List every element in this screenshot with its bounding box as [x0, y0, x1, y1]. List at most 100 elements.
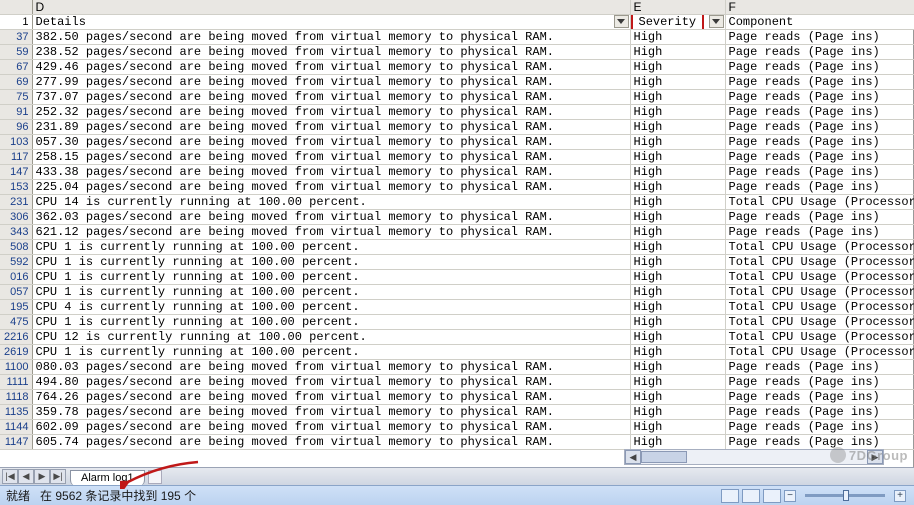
- cell-severity[interactable]: High: [630, 330, 725, 345]
- horizontal-scrollbar[interactable]: ◀ ▶: [624, 449, 884, 465]
- cell-details[interactable]: 057.30 pages/second are being moved from…: [32, 135, 630, 150]
- cell-details[interactable]: CPU 1 is currently running at 100.00 per…: [32, 315, 630, 330]
- row-header[interactable]: 1: [0, 15, 32, 30]
- cell-component[interactable]: Page reads (Page ins): [725, 210, 914, 225]
- cell-details[interactable]: 429.46 pages/second are being moved from…: [32, 60, 630, 75]
- filter-button-severity[interactable]: [709, 15, 724, 28]
- cell-details[interactable]: 602.09 pages/second are being moved from…: [32, 420, 630, 435]
- cell-component[interactable]: Total CPU Usage (Processor: [725, 255, 914, 270]
- cell-component[interactable]: Page reads (Page ins): [725, 420, 914, 435]
- cell-severity[interactable]: High: [630, 345, 725, 360]
- spreadsheet-grid[interactable]: DEF1DetailsSeverityComponent37382.50 pag…: [0, 0, 914, 469]
- filter-button-details[interactable]: [614, 15, 629, 28]
- row-header[interactable]: 2619: [0, 345, 32, 360]
- header-cell-component[interactable]: Component: [725, 15, 914, 30]
- cell-severity[interactable]: High: [630, 225, 725, 240]
- cell-component[interactable]: Page reads (Page ins): [725, 45, 914, 60]
- row-header[interactable]: 37: [0, 30, 32, 45]
- cell-severity[interactable]: High: [630, 435, 725, 450]
- cell-severity[interactable]: High: [630, 45, 725, 60]
- row-header[interactable]: 1135: [0, 405, 32, 420]
- cell-component[interactable]: Page reads (Page ins): [725, 105, 914, 120]
- cell-severity[interactable]: High: [630, 285, 725, 300]
- cell-severity[interactable]: High: [630, 150, 725, 165]
- cell-component[interactable]: Page reads (Page ins): [725, 90, 914, 105]
- cell-details[interactable]: CPU 1 is currently running at 100.00 per…: [32, 270, 630, 285]
- cell-details[interactable]: 080.03 pages/second are being moved from…: [32, 360, 630, 375]
- cell-component[interactable]: Page reads (Page ins): [725, 75, 914, 90]
- cell-details[interactable]: 764.26 pages/second are being moved from…: [32, 390, 630, 405]
- row-header[interactable]: 1147: [0, 435, 32, 450]
- cell-severity[interactable]: High: [630, 375, 725, 390]
- row-header[interactable]: 195: [0, 300, 32, 315]
- cell-component[interactable]: Page reads (Page ins): [725, 135, 914, 150]
- cell-details[interactable]: CPU 1 is currently running at 100.00 per…: [32, 285, 630, 300]
- cell-details[interactable]: CPU 4 is currently running at 100.00 per…: [32, 300, 630, 315]
- tab-nav-last[interactable]: ▶|: [50, 469, 66, 484]
- cell-component[interactable]: Page reads (Page ins): [725, 60, 914, 75]
- cell-severity[interactable]: High: [630, 255, 725, 270]
- row-header[interactable]: 1144: [0, 420, 32, 435]
- row-header[interactable]: 59: [0, 45, 32, 60]
- row-header[interactable]: 96: [0, 120, 32, 135]
- row-header[interactable]: 475: [0, 315, 32, 330]
- column-header-D[interactable]: D: [32, 0, 630, 15]
- cell-severity[interactable]: High: [630, 90, 725, 105]
- cell-component[interactable]: Page reads (Page ins): [725, 150, 914, 165]
- select-all-corner[interactable]: [0, 0, 32, 15]
- cell-severity[interactable]: High: [630, 240, 725, 255]
- cell-details[interactable]: 258.15 pages/second are being moved from…: [32, 150, 630, 165]
- cell-component[interactable]: Total CPU Usage (Processor: [725, 195, 914, 210]
- cell-component[interactable]: Page reads (Page ins): [725, 390, 914, 405]
- header-cell-severity[interactable]: Severity: [630, 15, 725, 30]
- cell-component[interactable]: Total CPU Usage (Processor: [725, 345, 914, 360]
- cell-severity[interactable]: High: [630, 360, 725, 375]
- cell-severity[interactable]: High: [630, 420, 725, 435]
- cell-details[interactable]: 382.50 pages/second are being moved from…: [32, 30, 630, 45]
- cell-details[interactable]: 231.89 pages/second are being moved from…: [32, 120, 630, 135]
- cell-component[interactable]: Total CPU Usage (Processor: [725, 315, 914, 330]
- row-header[interactable]: 103: [0, 135, 32, 150]
- cell-component[interactable]: Page reads (Page ins): [725, 360, 914, 375]
- cell-component[interactable]: Page reads (Page ins): [725, 435, 914, 450]
- cell-component[interactable]: Page reads (Page ins): [725, 405, 914, 420]
- row-header[interactable]: 231: [0, 195, 32, 210]
- tab-nav-next[interactable]: ▶: [34, 469, 50, 484]
- row-header[interactable]: 75: [0, 90, 32, 105]
- row-header[interactable]: 69: [0, 75, 32, 90]
- row-header[interactable]: 147: [0, 165, 32, 180]
- cell-component[interactable]: Total CPU Usage (Processor: [725, 270, 914, 285]
- cell-details[interactable]: 362.03 pages/second are being moved from…: [32, 210, 630, 225]
- cell-severity[interactable]: High: [630, 30, 725, 45]
- cell-severity[interactable]: High: [630, 105, 725, 120]
- row-header[interactable]: 508: [0, 240, 32, 255]
- cell-component[interactable]: Page reads (Page ins): [725, 375, 914, 390]
- cell-details[interactable]: CPU 14 is currently running at 100.00 pe…: [32, 195, 630, 210]
- cell-details[interactable]: CPU 1 is currently running at 100.00 per…: [32, 345, 630, 360]
- cell-component[interactable]: Total CPU Usage (Processor: [725, 240, 914, 255]
- row-header[interactable]: 057: [0, 285, 32, 300]
- cell-details[interactable]: 359.78 pages/second are being moved from…: [32, 405, 630, 420]
- row-header[interactable]: 343: [0, 225, 32, 240]
- cell-severity[interactable]: High: [630, 60, 725, 75]
- cell-severity[interactable]: High: [630, 120, 725, 135]
- cell-severity[interactable]: High: [630, 180, 725, 195]
- cell-details[interactable]: 252.32 pages/second are being moved from…: [32, 105, 630, 120]
- row-header[interactable]: 67: [0, 60, 32, 75]
- cell-severity[interactable]: High: [630, 270, 725, 285]
- row-header[interactable]: 306: [0, 210, 32, 225]
- view-normal-button[interactable]: [721, 489, 739, 503]
- cell-details[interactable]: 225.04 pages/second are being moved from…: [32, 180, 630, 195]
- column-header-E[interactable]: E: [630, 0, 725, 15]
- cell-component[interactable]: Total CPU Usage (Processor: [725, 330, 914, 345]
- cell-component[interactable]: Page reads (Page ins): [725, 180, 914, 195]
- cell-details[interactable]: 433.38 pages/second are being moved from…: [32, 165, 630, 180]
- tab-nav-prev[interactable]: ◀: [18, 469, 34, 484]
- row-header[interactable]: 153: [0, 180, 32, 195]
- cell-component[interactable]: Total CPU Usage (Processor: [725, 300, 914, 315]
- cell-details[interactable]: 737.07 pages/second are being moved from…: [32, 90, 630, 105]
- cell-details[interactable]: 621.12 pages/second are being moved from…: [32, 225, 630, 240]
- cell-severity[interactable]: High: [630, 165, 725, 180]
- row-header[interactable]: 117: [0, 150, 32, 165]
- cell-component[interactable]: Page reads (Page ins): [725, 165, 914, 180]
